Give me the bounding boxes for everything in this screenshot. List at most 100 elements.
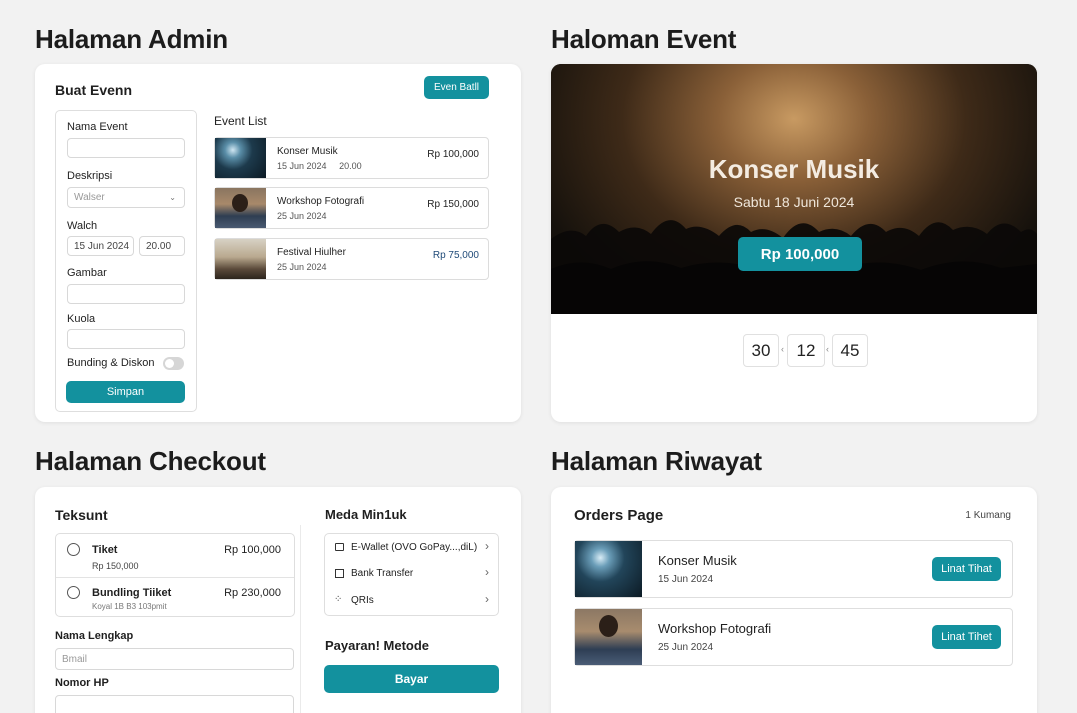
ticket-subprice: Rp 150,000 (92, 561, 139, 571)
save-button[interactable]: Simpan (66, 381, 185, 403)
payment-label: E-Wallet (OVO GoPay...,diL) (351, 542, 478, 553)
method-title: Payaran! Metode (325, 638, 430, 653)
order-row: Workshop Fotografi 25 Jun 2024 Linat Tih… (574, 608, 1013, 666)
event-list-title: Event List (214, 114, 267, 128)
divider (300, 525, 301, 713)
concert-thumbnail (575, 541, 642, 597)
event-price: Rp 100,000 (427, 149, 479, 160)
portrait-head (599, 615, 618, 637)
fullname-input[interactable]: Bmail (55, 648, 294, 670)
order-name: Konser Musik (658, 553, 737, 568)
payment-option[interactable]: ⁘ QRIs › (325, 588, 498, 615)
event-list-item[interactable]: Festival Hiulher 25 Jun 2024 Rp 75,000 (214, 238, 489, 280)
event-date: 15 Jun 2024 (277, 161, 327, 171)
ticket-price: Rp 230,000 (224, 587, 281, 599)
hero-date: Sabtu 18 Juni 2024 (733, 194, 855, 210)
fullname-label: Nama Lengkap (55, 630, 134, 642)
order-date: 15 Jun 2024 (658, 574, 714, 585)
phone-label: Nomor HP (55, 677, 109, 689)
view-ticket-button[interactable]: Linat Tihet (932, 625, 1001, 649)
chevron-right-icon: › (485, 539, 489, 553)
date-input[interactable]: 15 Jun 2024 (67, 236, 134, 256)
ticket-subprice: Koyal 1B B3 103pmit (92, 602, 167, 611)
event-name: Festival Hiulher (277, 247, 346, 258)
event-time: 20.00 (339, 161, 362, 171)
ticket-name: Bundling Tiiket (92, 587, 172, 599)
event-date: 25 Jun 2024 (277, 262, 327, 272)
event-price: Rp 75,000 (432, 250, 479, 261)
price-button[interactable]: Rp 100,000 (738, 237, 862, 271)
radio-button[interactable] (67, 543, 80, 556)
desc-select-value: Walser (74, 192, 105, 203)
payment-options: E-Wallet (OVO GoPay...,diL) › Bank Trans… (324, 533, 499, 616)
countdown-separator: ‹ (826, 344, 829, 354)
crowd-silhouette (551, 220, 1037, 314)
admin-card-title: Buat Evenn (55, 82, 133, 98)
ticket-options: Tiket Rp 100,000 Rp 150,000 Bundling Tii… (55, 533, 295, 617)
ticket-option[interactable]: Tiket Rp 100,000 Rp 150,000 (56, 534, 294, 578)
phone-input[interactable] (55, 695, 294, 713)
event-name: Konser Musik (277, 146, 338, 157)
concert-hero-image: Konser Musik Sabtu 18 Juni 2024 Rp 100,0… (551, 64, 1037, 314)
ticket-price: Rp 100,000 (224, 544, 281, 556)
payment-label: Bank Transfer (351, 568, 414, 579)
new-event-button[interactable]: Even Batll (424, 76, 489, 99)
payment-option[interactable]: Bank Transfer › (325, 561, 498, 588)
ticket-name: Tiket (92, 544, 118, 556)
event-name: Workshop Fotografi (277, 196, 365, 207)
name-label: Nama Event (67, 121, 128, 133)
event-card: Konser Musik Sabtu 18 Juni 2024 Rp 100,0… (551, 64, 1037, 422)
bank-icon (335, 569, 344, 578)
bundle-label: Bunding & Diskon (67, 357, 155, 369)
event-list-item[interactable]: Workshop Fotografi 25 Jun 2024 Rp 150,00… (214, 187, 489, 229)
image-input[interactable] (67, 284, 185, 304)
image-label: Gambar (67, 267, 107, 279)
checkout-card: Teksunt Tiket Rp 100,000 Rp 150,000 Bund… (35, 487, 521, 713)
payment-title: Meda Min1uk (325, 507, 407, 522)
order-name: Workshop Fotografi (658, 621, 772, 636)
quota-input[interactable] (67, 329, 185, 349)
checkout-section-title: Halaman Checkout (35, 446, 266, 476)
history-card: Orders Page 1 Kumang Konser Musik 15 Jun… (551, 487, 1037, 713)
countdown-seconds: 45 (832, 334, 868, 367)
festival-thumbnail (215, 239, 266, 279)
time-input[interactable]: 20.00 (139, 236, 185, 256)
history-section-title: Halaman Riwayat (551, 446, 762, 476)
pay-button[interactable]: Bayar (324, 665, 499, 693)
payment-label: QRIs (351, 595, 374, 606)
order-date: 25 Jun 2024 (658, 642, 714, 653)
admin-section-title: Halaman Admin (35, 24, 228, 54)
order-row: Konser Musik 15 Jun 2024 Linat Tihat (574, 540, 1013, 598)
hero-title: Konser Musik (708, 154, 880, 184)
chevron-right-icon: › (485, 565, 489, 579)
quota-label: Kuola (67, 313, 96, 325)
orders-title: Orders Page (574, 507, 664, 524)
desc-label: Deskripsi (67, 170, 113, 182)
event-section-title: Haloman Event (551, 24, 737, 54)
ticket-option[interactable]: Bundling Tiiket Rp 230,000 Koyal 1B B3 1… (56, 578, 294, 616)
payment-option[interactable]: E-Wallet (OVO GoPay...,diL) › (325, 534, 498, 561)
admin-card: Buat Evenn Even Batll Nama Event Deskrip… (35, 64, 521, 422)
wallet-icon (335, 543, 344, 551)
view-ticket-button[interactable]: Linat Tihat (932, 557, 1001, 581)
countdown-minutes: 12 (787, 334, 825, 367)
event-form-panel: Nama Event Deskripsi Walser ⌄ Walch 15 J… (55, 110, 197, 412)
chevron-down-icon: ⌄ (169, 193, 176, 202)
event-list-item[interactable]: Konser Musik 15 Jun 2024 20.00 Rp 100,00… (214, 137, 489, 179)
event-name-input[interactable] (67, 138, 185, 158)
orders-count: 1 Kumang (965, 510, 1011, 521)
time-label: Walch (67, 220, 98, 232)
bundle-toggle[interactable] (163, 357, 184, 370)
desc-select[interactable]: Walser ⌄ (67, 187, 185, 208)
event-date: 25 Jun 2024 (277, 211, 327, 221)
event-meta: 15 Jun 2024 20.00 (277, 161, 362, 171)
fullname-placeholder: Bmail (62, 653, 88, 665)
radio-button[interactable] (67, 586, 80, 599)
qr-icon: ⁘ (334, 594, 343, 605)
countdown-separator: ‹ (781, 344, 784, 354)
portrait-head (232, 194, 248, 212)
event-price: Rp 150,000 (427, 199, 479, 210)
chevron-right-icon: › (485, 592, 489, 606)
portrait-thumbnail (575, 609, 642, 665)
toggle-knob (165, 359, 174, 368)
